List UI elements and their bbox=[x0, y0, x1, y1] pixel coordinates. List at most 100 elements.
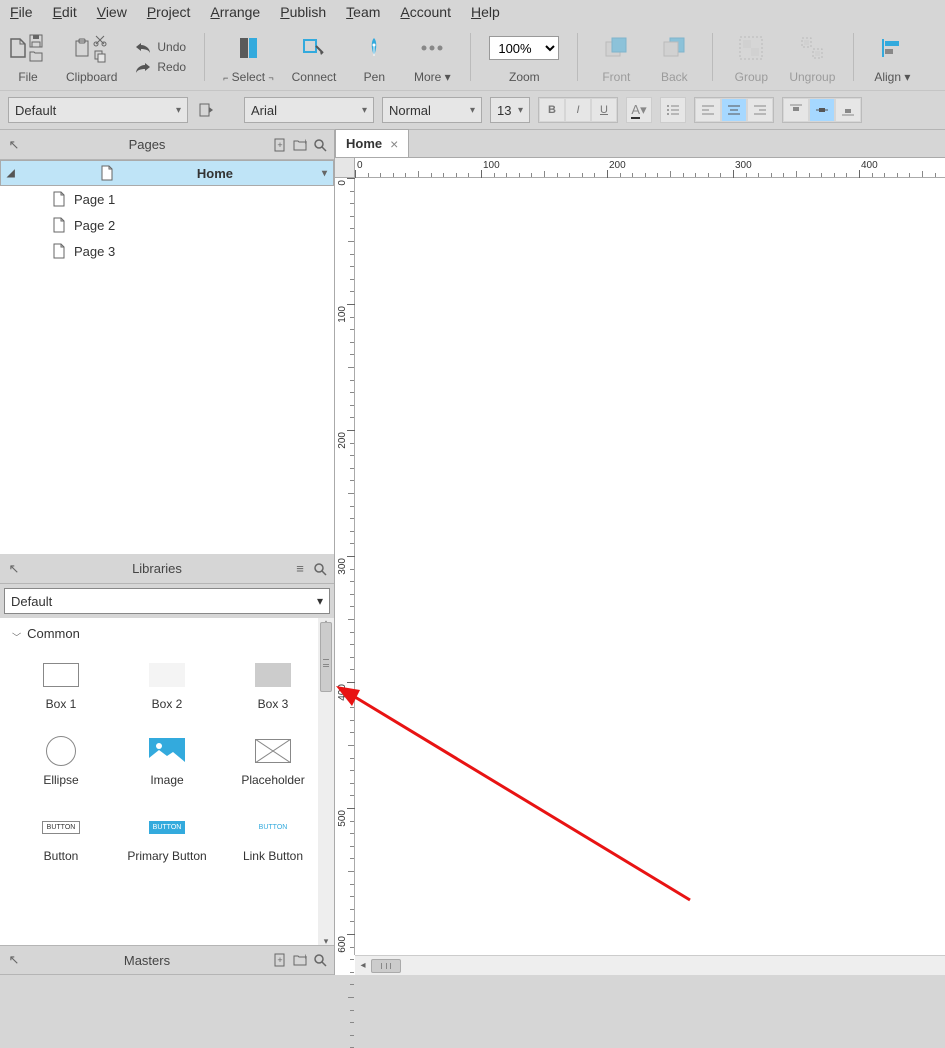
add-page-icon[interactable]: + bbox=[270, 135, 290, 155]
add-master-icon[interactable]: + bbox=[270, 950, 290, 970]
svg-text:+: + bbox=[277, 955, 282, 965]
menu-project[interactable]: Project bbox=[147, 4, 191, 20]
text-color-button[interactable]: A▾ bbox=[626, 97, 652, 123]
widget-box2[interactable]: Box 2 bbox=[114, 663, 220, 711]
vertical-ruler[interactable]: 0100200300400500600 bbox=[335, 178, 355, 955]
page-row[interactable]: Page 1 bbox=[0, 186, 334, 212]
text-style-group: B I U bbox=[538, 97, 618, 123]
format-bar: Default Arial Normal 13 B I U A▾ bbox=[0, 90, 945, 130]
align-right-button[interactable] bbox=[748, 99, 772, 121]
file-button[interactable]: File bbox=[8, 30, 48, 84]
clipboard-icon bbox=[73, 30, 111, 66]
align-left-button[interactable] bbox=[696, 99, 720, 121]
library-scrollbar[interactable]: ▴ ▾ bbox=[318, 618, 334, 945]
menu-icon[interactable]: ≡ bbox=[290, 559, 310, 579]
valign-group bbox=[782, 97, 862, 123]
copy-icon[interactable] bbox=[93, 49, 107, 63]
bold-button[interactable]: B bbox=[540, 99, 564, 121]
menu-file[interactable]: File bbox=[10, 4, 33, 20]
zoom-control[interactable]: 100% Zoom bbox=[489, 30, 559, 84]
menu-team[interactable]: Team bbox=[346, 4, 380, 20]
search-libraries-icon[interactable] bbox=[310, 559, 330, 579]
underline-button[interactable]: U bbox=[592, 99, 616, 121]
back-button[interactable]: Back bbox=[654, 30, 694, 84]
save-icon[interactable] bbox=[29, 34, 43, 48]
horizontal-ruler[interactable]: 0100200300400 bbox=[355, 158, 945, 178]
font-select[interactable]: Arial bbox=[244, 97, 374, 123]
widget-ellipse[interactable]: Ellipse bbox=[8, 739, 114, 787]
collapse-icon[interactable]: ↖ bbox=[4, 559, 24, 579]
valign-top-button[interactable] bbox=[784, 99, 808, 121]
horizontal-scrollbar[interactable]: ◂ bbox=[355, 955, 945, 975]
canvas-area: Home × 0100200300400 0100200300400500600… bbox=[335, 130, 945, 975]
widget-primary-button[interactable]: BUTTONPrimary Button bbox=[114, 815, 220, 863]
more-tool[interactable]: More ▾ bbox=[412, 30, 452, 84]
tab-home[interactable]: Home × bbox=[335, 129, 409, 157]
clipboard-button[interactable]: Clipboard bbox=[66, 30, 117, 84]
tab-strip: Home × bbox=[335, 130, 945, 158]
add-master-folder-icon[interactable]: + bbox=[290, 950, 310, 970]
cut-icon[interactable] bbox=[93, 33, 107, 47]
library-category[interactable]: Common bbox=[0, 618, 334, 649]
align-center-button[interactable] bbox=[722, 99, 746, 121]
page-row[interactable]: Page 3 bbox=[0, 238, 334, 264]
main-toolbar: File Clipboard Undo Redo ⌐ Select ¬ bbox=[0, 24, 945, 90]
select-tool[interactable]: ⌐ Select ¬ bbox=[223, 30, 274, 84]
menu-view[interactable]: View bbox=[97, 4, 127, 20]
front-button[interactable]: Front bbox=[596, 30, 636, 84]
expand-arrow-icon[interactable]: ◢ bbox=[7, 168, 17, 179]
widget-image[interactable]: Image bbox=[114, 739, 220, 787]
pen-tool[interactable]: Pen bbox=[354, 30, 394, 84]
align-button[interactable]: Align ▾ bbox=[872, 30, 912, 84]
scrollbar-thumb[interactable] bbox=[320, 622, 332, 692]
italic-button[interactable]: I bbox=[566, 99, 590, 121]
svg-text:+: + bbox=[277, 140, 282, 150]
menu-edit[interactable]: Edit bbox=[53, 4, 77, 20]
open-icon[interactable] bbox=[29, 50, 43, 62]
widget-box3[interactable]: Box 3 bbox=[220, 663, 326, 711]
widget-box1[interactable]: Box 1 bbox=[8, 663, 114, 711]
style-select[interactable]: Default bbox=[8, 97, 188, 123]
page-row[interactable]: Page 2 bbox=[0, 212, 334, 238]
page-row-home[interactable]: ◢ Home bbox=[0, 160, 334, 186]
valign-bottom-button[interactable] bbox=[836, 99, 860, 121]
library-select[interactable]: Default bbox=[4, 588, 330, 614]
search-masters-icon[interactable] bbox=[310, 950, 330, 970]
widget-button[interactable]: BUTTONButton bbox=[8, 815, 114, 863]
add-folder-icon[interactable]: + bbox=[290, 135, 310, 155]
menu-publish[interactable]: Publish bbox=[280, 4, 326, 20]
menu-account[interactable]: Account bbox=[400, 4, 451, 20]
widget-placeholder[interactable]: Placeholder bbox=[220, 739, 326, 787]
size-select[interactable]: 13 bbox=[490, 97, 530, 123]
redo-button[interactable]: Redo bbox=[135, 60, 186, 74]
more-icon bbox=[420, 30, 444, 66]
widget-link-button[interactable]: BUTTONLink Button bbox=[220, 815, 326, 863]
menu-help[interactable]: Help bbox=[471, 4, 500, 20]
library-body: Common Box 1 Box 2 Box 3 Ellipse Image P… bbox=[0, 618, 334, 945]
paste-style-icon[interactable] bbox=[196, 100, 216, 120]
redo-icon bbox=[135, 61, 151, 73]
menu-arrange[interactable]: Arrange bbox=[210, 4, 260, 20]
ruler-corner bbox=[335, 158, 355, 178]
ungroup-button[interactable]: Ungroup bbox=[789, 30, 835, 84]
undo-button[interactable]: Undo bbox=[135, 40, 186, 54]
collapse-icon[interactable]: ↖ bbox=[4, 135, 24, 155]
group-button[interactable]: Group bbox=[731, 30, 771, 84]
pages-list: ◢ Home Page 1 Page 2 Page 3 bbox=[0, 160, 334, 554]
select-icon bbox=[238, 30, 258, 66]
scrollbar-thumb[interactable] bbox=[371, 959, 401, 973]
connect-tool[interactable]: Connect bbox=[292, 30, 337, 84]
search-pages-icon[interactable] bbox=[310, 135, 330, 155]
libraries-title: Libraries bbox=[24, 561, 290, 576]
page-icon bbox=[52, 191, 66, 207]
weight-select[interactable]: Normal bbox=[382, 97, 482, 123]
left-panel: ↖ Pages + + ◢ Home Page 1 Page 2 Page 3 … bbox=[0, 130, 335, 975]
collapse-icon[interactable]: ↖ bbox=[4, 950, 24, 970]
canvas[interactable] bbox=[355, 178, 945, 955]
bullets-button[interactable] bbox=[660, 97, 686, 123]
zoom-select[interactable]: 100% bbox=[489, 36, 559, 60]
valign-middle-button[interactable] bbox=[810, 99, 834, 121]
libraries-panel-header: ↖ Libraries ≡ bbox=[0, 554, 334, 584]
close-tab-icon[interactable]: × bbox=[390, 136, 398, 152]
front-icon bbox=[604, 30, 628, 66]
